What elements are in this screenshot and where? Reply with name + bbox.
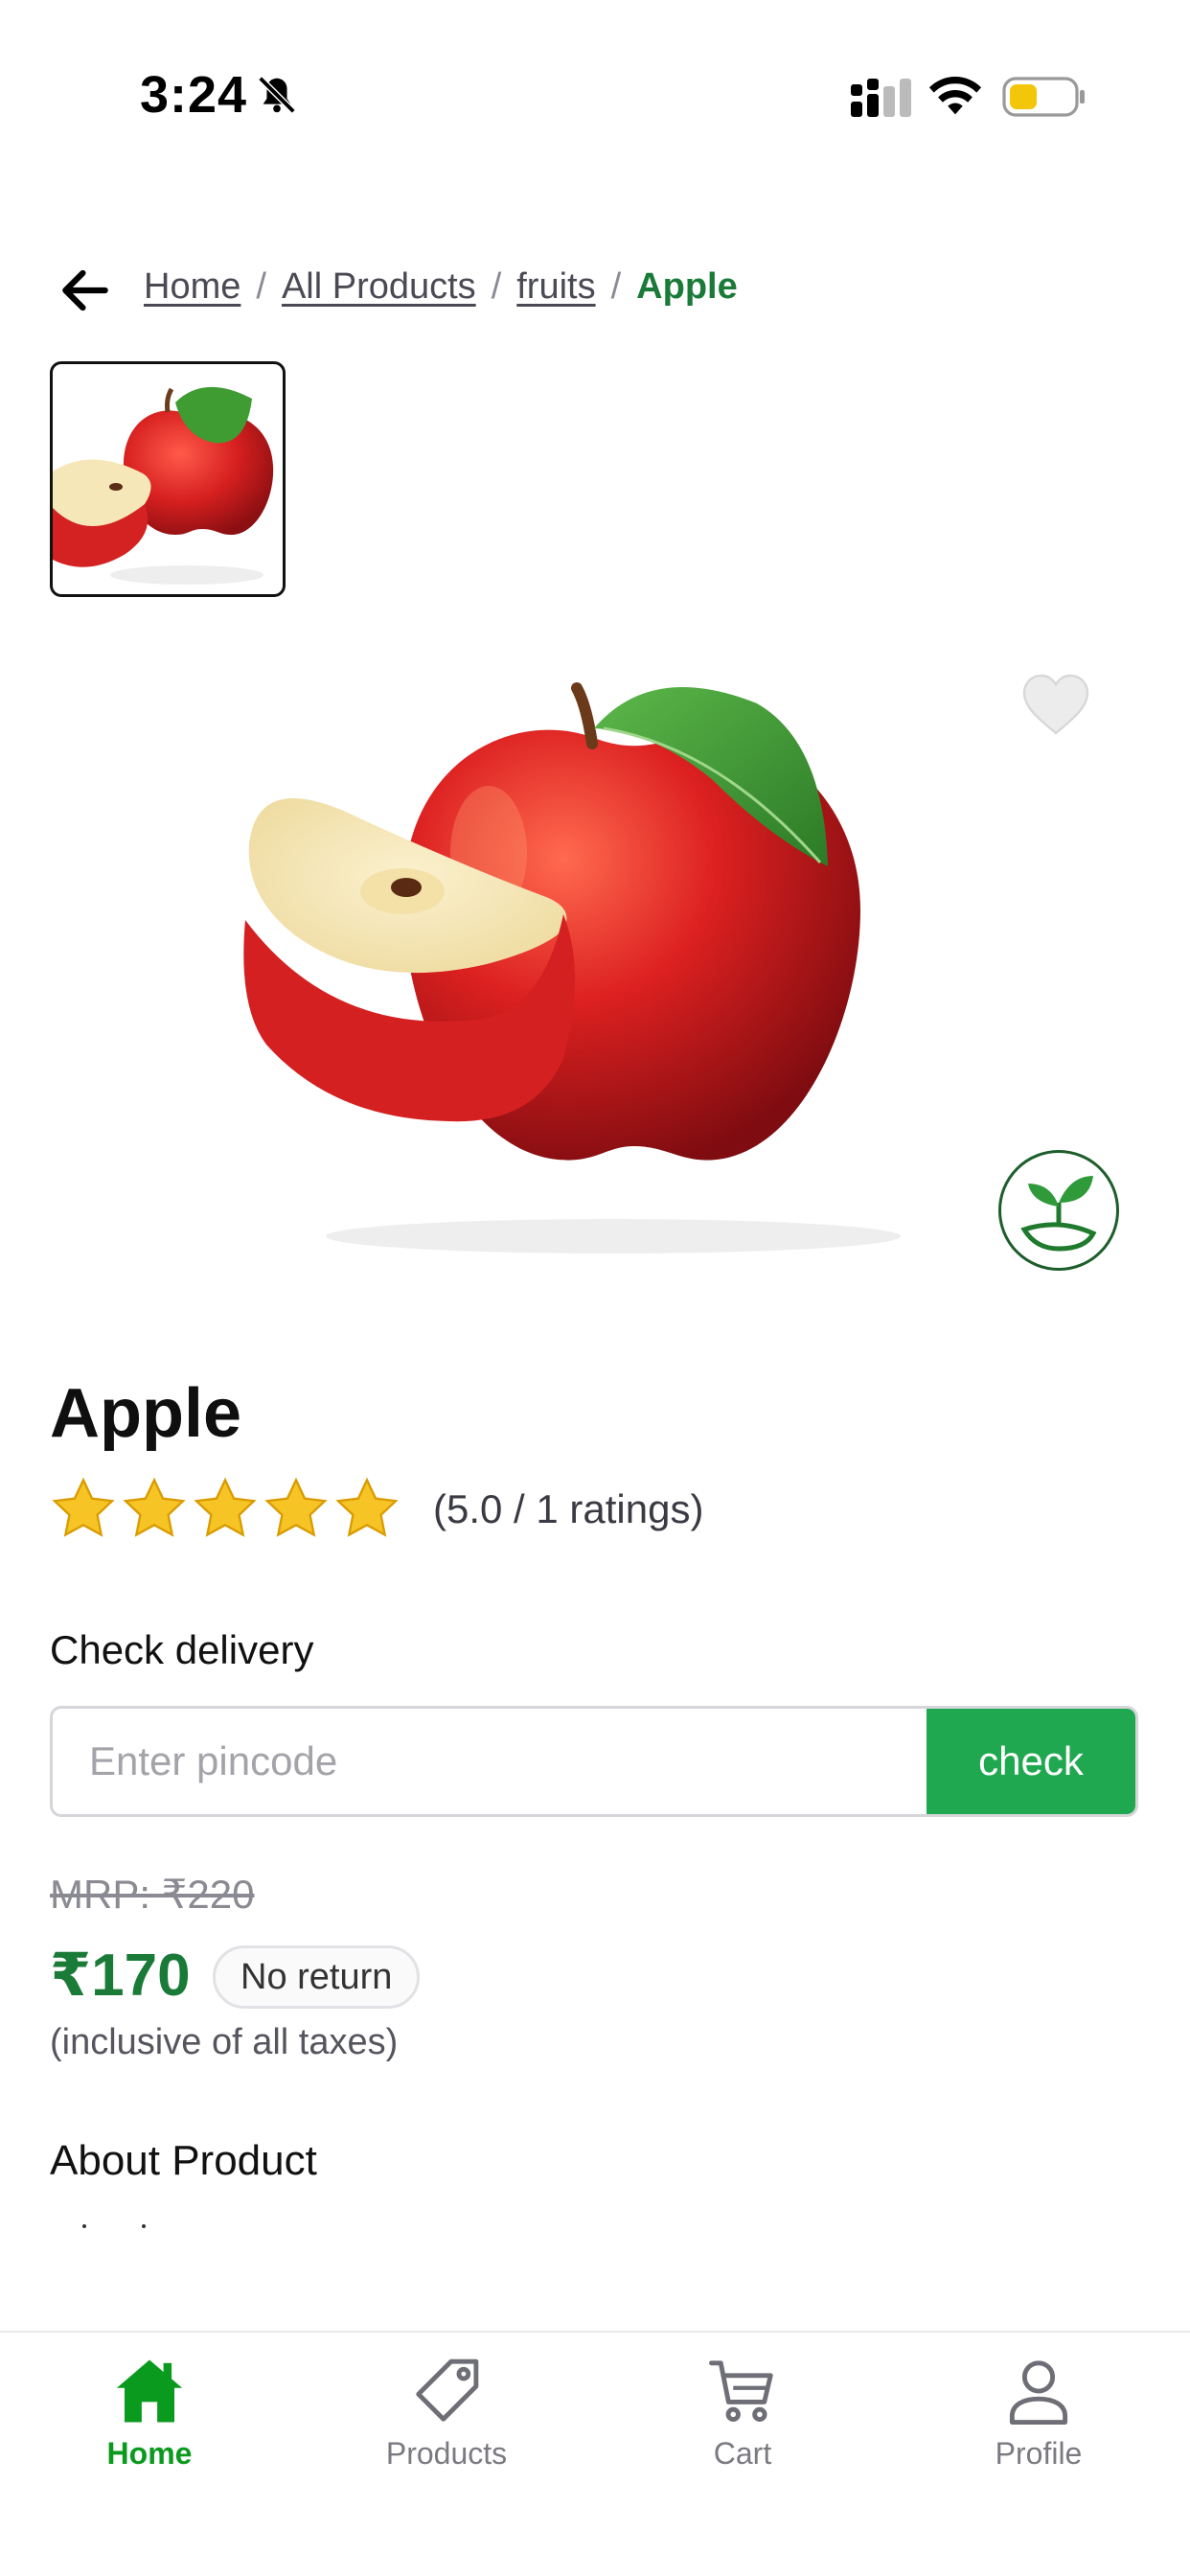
check-button[interactable]: check: [927, 1709, 1135, 1814]
breadcrumb-all-products[interactable]: All Products: [282, 266, 476, 308]
wifi-icon: [928, 77, 982, 115]
breadcrumb-current: Apple: [636, 266, 738, 307]
back-arrow-icon[interactable]: [56, 261, 115, 320]
check-delivery-label: Check delivery: [50, 1627, 314, 1672]
nav-cart-label: Cart: [713, 2436, 772, 2471]
nav-profile[interactable]: Profile: [943, 2354, 1134, 2472]
breadcrumb-separator: /: [610, 266, 622, 307]
star-icon: [264, 1477, 328, 1537]
mrp-price: MRP: ₹220: [50, 1872, 255, 1917]
tax-note: (inclusive of all taxes): [50, 2022, 399, 2062]
status-time: 3:24: [140, 66, 248, 124]
cart-icon: [709, 2360, 773, 2423]
signal-icon: [851, 79, 911, 117]
about-product-heading: About Product: [50, 2137, 317, 2184]
nav-products-label: Products: [385, 2436, 508, 2471]
no-return-badge: No return: [213, 1945, 421, 2009]
status-bar: 3:24: [0, 0, 1190, 192]
bottom-nav: Home Products Cart Profile: [0, 2331, 1190, 2576]
breadcrumb: Home / All Products / fruits / Apple: [144, 266, 738, 308]
breadcrumb-separator: /: [491, 266, 502, 307]
battery-icon: [1002, 77, 1085, 117]
pincode-input[interactable]: [53, 1709, 927, 1814]
product-thumbnail[interactable]: [50, 361, 286, 597]
nav-home-label: Home: [106, 2436, 193, 2471]
home-icon: [116, 2359, 183, 2423]
user-icon: [1009, 2360, 1068, 2425]
breadcrumb-separator: /: [256, 266, 266, 307]
pincode-form: check: [50, 1706, 1138, 1817]
star-icon: [335, 1477, 399, 1537]
loading-dots: [82, 2224, 146, 2228]
product-title: Apple: [50, 1375, 242, 1452]
nav-profile-label: Profile: [995, 2436, 1083, 2471]
star-icon: [123, 1477, 186, 1537]
breadcrumb-home[interactable]: Home: [144, 266, 240, 308]
nav-home[interactable]: Home: [54, 2354, 245, 2472]
product-main-image: [243, 682, 901, 1254]
star-icon: [194, 1477, 257, 1537]
organic-badge: [998, 1150, 1119, 1271]
plant-hand-icon: [1020, 1176, 1097, 1252]
selling-price: ₹170: [50, 1943, 191, 2009]
bell-slash-icon: [258, 76, 296, 114]
rating-row: (5.0 / 1 ratings): [50, 1476, 703, 1543]
breadcrumb-fruits[interactable]: fruits: [516, 266, 595, 308]
tag-icon: [416, 2358, 479, 2422]
heart-icon[interactable]: [1021, 673, 1090, 736]
nav-cart[interactable]: Cart: [647, 2354, 838, 2472]
nav-products[interactable]: Products: [351, 2354, 542, 2472]
star-icon: [52, 1477, 115, 1537]
rating-text: (5.0 / 1 ratings): [433, 1486, 704, 1531]
apple-thumbnail-image: [53, 386, 274, 585]
